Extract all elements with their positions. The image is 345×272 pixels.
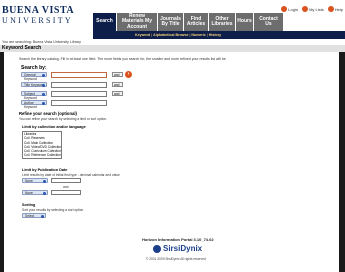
subnav-numeric[interactable]: Numeric: [191, 33, 205, 37]
search-intro: Search the library catalog. Fill in at l…: [19, 57, 227, 61]
tab-hours[interactable]: Hours: [236, 13, 254, 31]
copyright: © 2001-2009 SirsiDynix All rights reserv…: [146, 257, 206, 261]
bool-select-3[interactable]: and: [112, 91, 123, 96]
date-to-input[interactable]: [51, 190, 81, 195]
date-and-label: and: [63, 185, 69, 189]
search-input-1[interactable]: [51, 71, 107, 78]
collection-option[interactable]: Coll. Reference Collection: [24, 153, 61, 157]
tab-find-articles[interactable]: Find Articles: [184, 13, 209, 31]
main-nav: Search Renew Materials My Account Journa…: [93, 13, 284, 31]
field-select-1[interactable]: General Keyword: [21, 72, 47, 81]
login-icon: [281, 6, 288, 12]
top-links: Login My Lists Help: [281, 6, 343, 12]
sirsidynix-logo[interactable]: SirsiDynix: [153, 244, 202, 253]
subnav-separator: |: [151, 33, 153, 37]
subnav-keyword[interactable]: Keyword: [135, 33, 150, 37]
right-border: [339, 52, 345, 272]
portal-version: Horizon Information Portal 3.10_74.02: [142, 237, 214, 242]
tab-journals[interactable]: Journals By Title: [158, 13, 184, 31]
logo-line-2: UNIVERSITY: [2, 16, 73, 25]
refine-note: You can refine your search by selecting …: [19, 117, 108, 121]
bool-select-2[interactable]: and: [112, 82, 123, 87]
subnav-alphabetical-browse[interactable]: Alphabetical Browse: [153, 33, 188, 37]
bool-select-1[interactable]: and: [112, 72, 123, 77]
subnav-separator: |: [206, 33, 208, 37]
field-select-3[interactable]: Subject Keyword: [21, 91, 47, 100]
help-icon: [327, 6, 334, 12]
collection-heading: Limit by collection and/or language: [22, 125, 86, 129]
subnav-history[interactable]: History: [209, 33, 221, 37]
collection-listbox[interactable]: Libraries Coll. Reserves Coll. Main Coll…: [22, 131, 62, 159]
my-lists-link[interactable]: My Lists: [302, 6, 324, 12]
left-border: [0, 52, 4, 272]
date-note: Limit results by date of initial first t…: [22, 173, 120, 177]
sub-nav: Keyword | Alphabetical Browse | Numeric …: [93, 31, 345, 39]
field-select-2[interactable]: Title Keyword: [21, 82, 47, 87]
search-by-heading: Search by:: [21, 65, 47, 71]
login-link[interactable]: Login: [281, 6, 298, 12]
header: BUENA VISTA UNIVERSITY Login My Lists He…: [0, 0, 345, 32]
page-title: Keyword Search: [0, 45, 345, 52]
tab-contact-us[interactable]: Contact Us: [254, 13, 284, 31]
sorting-heading: Sorting: [22, 203, 36, 207]
tab-renew-materials[interactable]: Renew Materials My Account: [117, 13, 158, 31]
date-heading: Limit by Publication Date: [22, 168, 68, 172]
date-from-select[interactable]: None: [22, 178, 48, 183]
field-select-4[interactable]: Author Keyword: [21, 100, 47, 109]
help-link[interactable]: Help: [327, 6, 343, 12]
date-to-select[interactable]: None: [22, 190, 48, 195]
search-input-3[interactable]: [51, 90, 107, 97]
sorting-note: Sort your results by selecting a sort op…: [22, 208, 84, 212]
sirsidynix-mark-icon: [153, 244, 161, 253]
tab-other-libraries[interactable]: Other Libraries: [209, 13, 236, 31]
refine-heading: Refine your search (optional): [19, 111, 77, 116]
search-input-2[interactable]: [51, 81, 107, 88]
university-logo[interactable]: BUENA VISTA UNIVERSITY: [2, 6, 90, 26]
search-input-4[interactable]: [51, 99, 107, 106]
date-from-input[interactable]: [51, 178, 81, 183]
my-lists-icon: [302, 6, 309, 12]
tab-search[interactable]: Search: [93, 13, 117, 31]
search-go-button[interactable]: ›: [125, 71, 132, 78]
sorting-select[interactable]: Select: [22, 213, 46, 218]
logo-line-1: BUENA VISTA: [2, 5, 75, 16]
subnav-separator: |: [189, 33, 191, 37]
